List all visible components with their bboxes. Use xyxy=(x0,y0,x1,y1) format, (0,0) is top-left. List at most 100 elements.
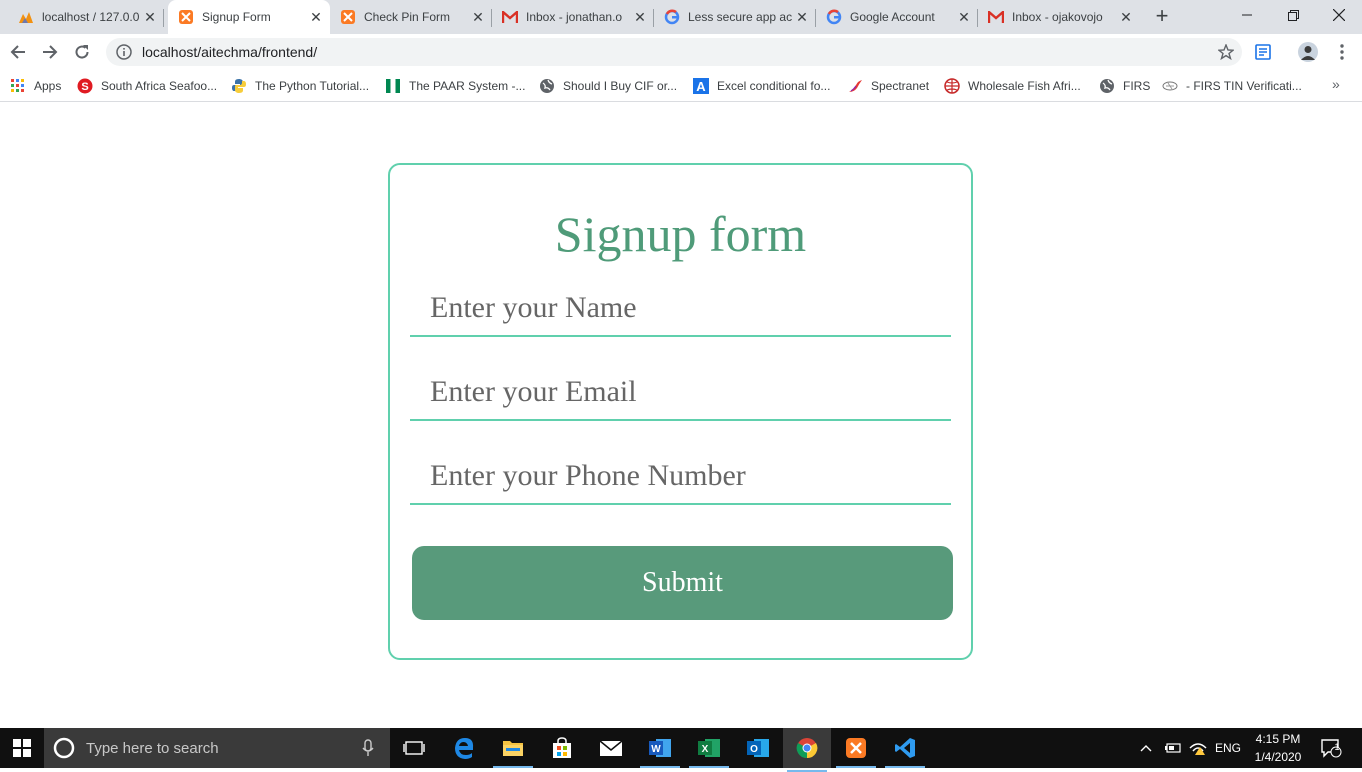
tab-less-secure-app[interactable]: Less secure app ac ✕ xyxy=(654,0,816,34)
tab-signup-form[interactable]: Signup Form ✕ xyxy=(168,0,330,34)
taskbar-excel[interactable]: X xyxy=(685,732,733,768)
bookmark-python-tutorial[interactable]: The Python Tutorial... xyxy=(231,76,369,96)
extension-icon[interactable] xyxy=(1254,42,1274,62)
tray-overflow-chevron-icon[interactable] xyxy=(1140,728,1152,768)
bookmark-firs-tin[interactable]: - FIRS TIN Verificati... xyxy=(1162,76,1302,96)
cortana-icon xyxy=(53,737,75,759)
system-clock[interactable]: 4:15 PM 1/4/2020 xyxy=(1250,730,1306,766)
gmail-icon xyxy=(502,9,518,25)
taskbar-mail[interactable] xyxy=(587,732,635,764)
bookmark-apps[interactable]: Apps xyxy=(10,76,61,96)
gmail-icon xyxy=(988,9,1004,25)
svg-text:O: O xyxy=(750,744,758,755)
microphone-icon[interactable] xyxy=(362,739,374,757)
close-icon[interactable]: ✕ xyxy=(308,9,324,25)
notification-center-button[interactable]: 1 xyxy=(1320,728,1342,768)
close-icon xyxy=(1333,9,1345,21)
windows-logo-icon xyxy=(13,739,31,757)
letter-a-icon: A xyxy=(693,78,709,94)
phpmyadmin-icon xyxy=(18,9,34,25)
restore-button[interactable] xyxy=(1270,0,1316,30)
globe-icon xyxy=(1099,78,1115,94)
back-button[interactable] xyxy=(4,38,32,66)
tab-title: Inbox - jonathan.o xyxy=(526,10,623,24)
close-icon[interactable]: ✕ xyxy=(794,9,810,25)
info-icon[interactable] xyxy=(116,44,132,60)
bookmark-wholesale-fish[interactable]: Wholesale Fish Afri... xyxy=(944,76,1081,96)
tab-check-pin-form[interactable]: Check Pin Form ✕ xyxy=(330,0,492,34)
signup-form-card: Signup form Submit xyxy=(388,163,973,660)
taskbar-chrome[interactable] xyxy=(783,728,831,772)
phone-input[interactable] xyxy=(410,449,951,505)
taskbar-xampp[interactable] xyxy=(832,732,880,768)
close-icon[interactable]: ✕ xyxy=(956,9,972,25)
close-icon[interactable]: ✕ xyxy=(142,9,158,25)
taskbar-outlook[interactable]: O xyxy=(734,732,782,764)
xampp-icon xyxy=(178,9,194,25)
edge-icon xyxy=(455,738,474,759)
start-button[interactable] xyxy=(0,728,44,768)
tab-phpmyadmin[interactable]: localhost / 127.0.0 ✕ xyxy=(8,0,164,34)
outlook-icon: O xyxy=(747,739,769,757)
tab-google-account[interactable]: Google Account ✕ xyxy=(816,0,978,34)
vscode-icon xyxy=(895,738,915,758)
excel-icon: X xyxy=(698,739,720,757)
address-bar[interactable]: localhost/aitechma/frontend/ xyxy=(106,38,1242,66)
task-view-button[interactable] xyxy=(390,732,438,764)
battery-icon[interactable] xyxy=(1164,728,1182,768)
bookmarks-overflow-chevron-icon[interactable]: » xyxy=(1332,76,1340,92)
menu-kebab-icon[interactable] xyxy=(1332,42,1352,62)
python-icon xyxy=(231,78,247,94)
bookmark-star-icon[interactable] xyxy=(1217,43,1235,61)
taskbar-word[interactable]: W xyxy=(636,732,684,768)
svg-text:W: W xyxy=(651,744,661,755)
bookmark-spectranet[interactable]: Spectranet xyxy=(847,76,929,96)
tab-title: Check Pin Form xyxy=(364,10,451,24)
taskbar-store[interactable] xyxy=(538,732,586,764)
taskbar-vscode[interactable] xyxy=(881,732,929,768)
bookmark-excel-conditional[interactable]: A Excel conditional fo... xyxy=(693,76,830,96)
bookmark-firs[interactable]: FIRS xyxy=(1099,76,1150,96)
email-input[interactable] xyxy=(410,365,951,421)
form-title: Signup form xyxy=(554,206,807,262)
firs-icon xyxy=(1162,78,1178,94)
profile-avatar[interactable] xyxy=(1298,42,1318,62)
language-indicator[interactable]: ENG xyxy=(1215,728,1241,768)
submit-button[interactable]: Submit xyxy=(412,546,953,620)
minimize-button[interactable] xyxy=(1224,0,1270,30)
tab-title: Less secure app ac xyxy=(688,10,793,24)
taskbar-search-box[interactable]: Type here to search xyxy=(44,728,390,768)
google-icon xyxy=(826,9,842,25)
new-tab-button[interactable]: + xyxy=(1150,5,1174,29)
reload-icon xyxy=(75,45,89,59)
url-text: localhost/aitechma/frontend/ xyxy=(142,44,318,60)
bookmark-south-africa-seafood[interactable]: S South Africa Seafoo... xyxy=(77,76,217,96)
taskbar-file-explorer[interactable] xyxy=(489,732,537,768)
mail-envelope-icon xyxy=(599,740,623,756)
clock-time: 4:15 PM xyxy=(1255,732,1301,746)
tab-inbox-ojakovojo[interactable]: Inbox - ojakovojo ✕ xyxy=(978,0,1140,34)
bookmark-label: FIRS xyxy=(1123,79,1151,93)
minimize-icon xyxy=(1242,14,1252,16)
svg-text:X: X xyxy=(702,744,709,755)
nigeria-flag-icon xyxy=(385,78,401,94)
bookmarks-bar: Apps S South Africa Seafoo... The Python… xyxy=(0,70,1362,102)
network-warning-icon[interactable] xyxy=(1188,728,1208,768)
close-icon[interactable]: ✕ xyxy=(1118,9,1134,25)
xampp-icon xyxy=(846,738,866,758)
name-input[interactable] xyxy=(410,281,951,337)
red-globe-icon xyxy=(944,78,960,94)
reload-button[interactable] xyxy=(68,38,96,66)
close-icon[interactable]: ✕ xyxy=(470,9,486,25)
taskbar-edge[interactable] xyxy=(440,732,488,764)
close-icon[interactable]: ✕ xyxy=(632,9,648,25)
bookmark-paar-system[interactable]: The PAAR System -... xyxy=(385,76,525,96)
bookmark-cif[interactable]: Should I Buy CIF or... xyxy=(539,76,677,96)
close-window-button[interactable] xyxy=(1316,0,1362,30)
forward-button[interactable] xyxy=(36,38,64,66)
forward-arrow-icon xyxy=(43,45,58,59)
bookmark-label: Wholesale Fish Afri... xyxy=(968,79,1081,93)
tab-inbox-jonathan[interactable]: Inbox - jonathan.o ✕ xyxy=(492,0,654,34)
windows-taskbar: Type here to search W X O ENG 4:15 PM 1/… xyxy=(0,728,1362,772)
bookmark-label: Should I Buy CIF or... xyxy=(563,79,678,93)
